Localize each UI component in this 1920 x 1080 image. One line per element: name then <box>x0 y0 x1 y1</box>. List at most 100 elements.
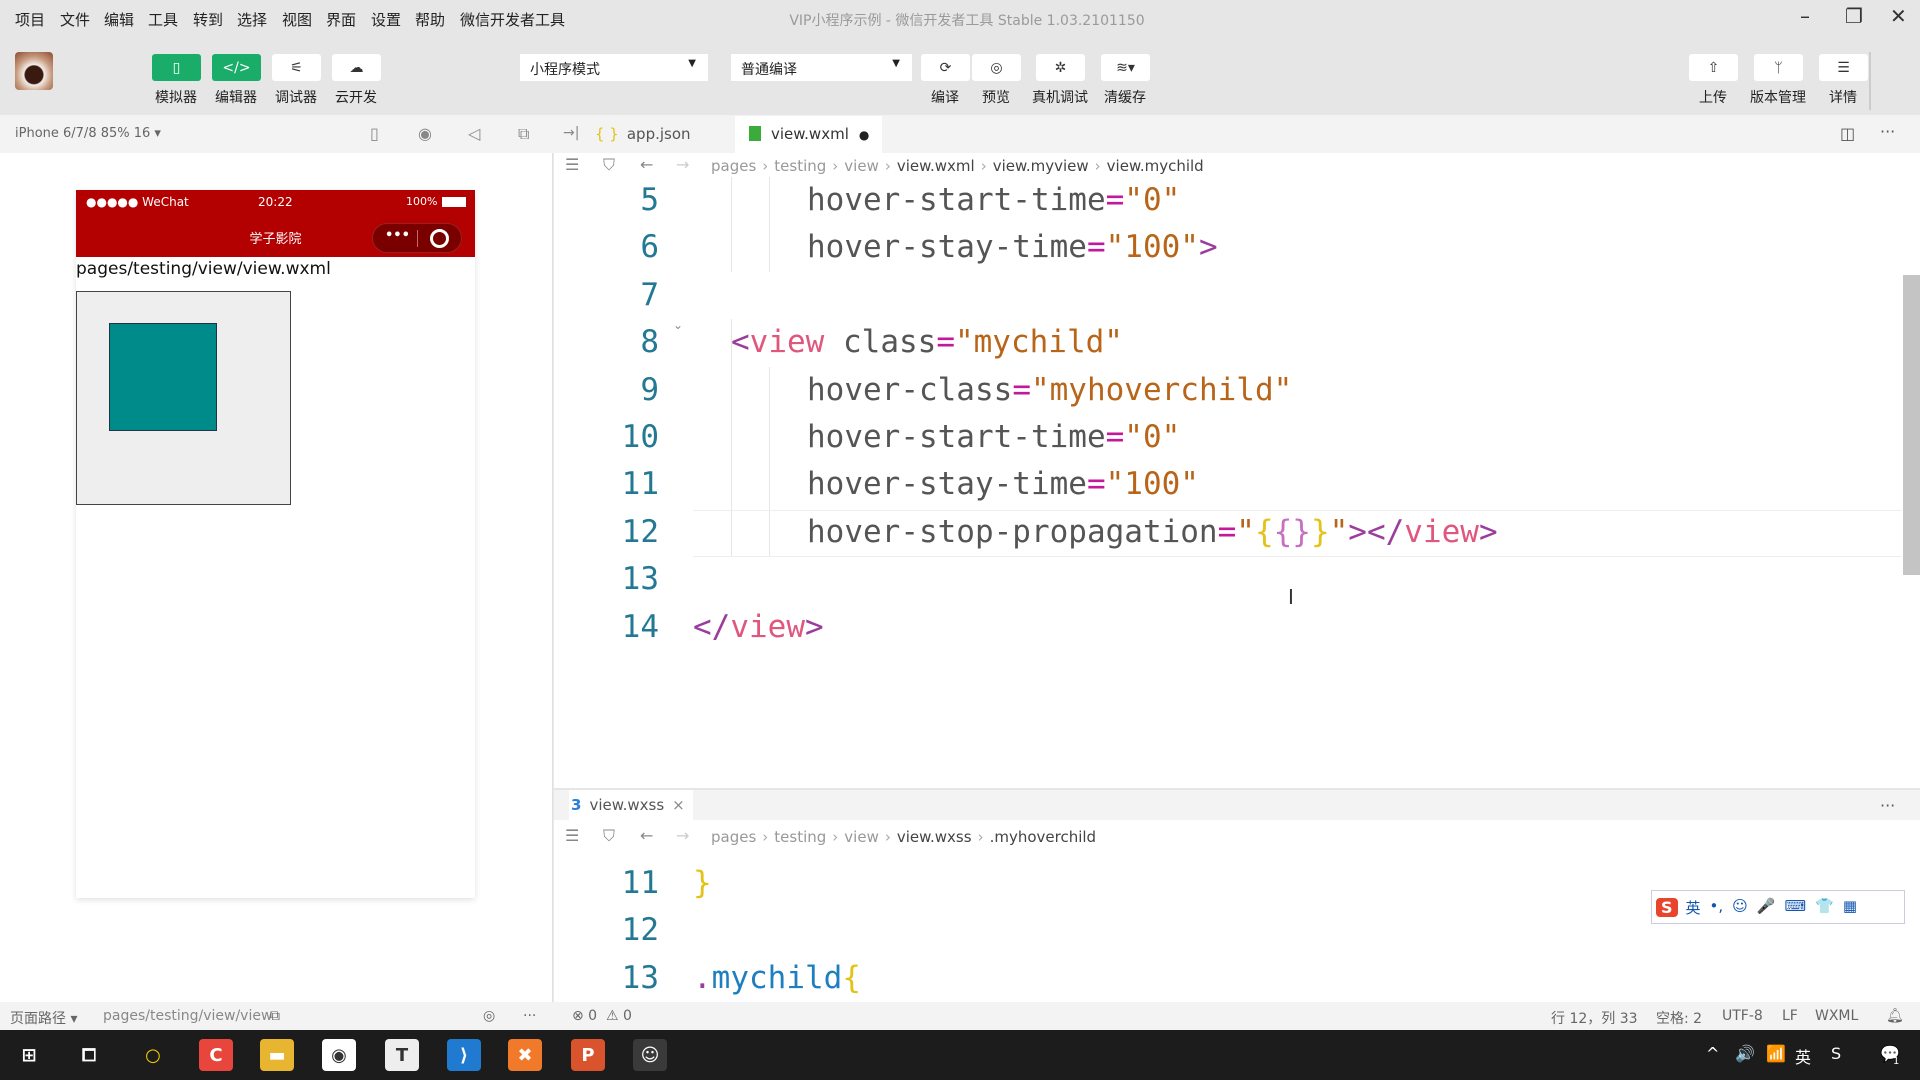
breadcrumb-item[interactable]: view.myview <box>993 157 1089 175</box>
cursor-position[interactable]: 行 12，列 33 <box>1551 1008 1638 1028</box>
list-icon[interactable]: ☰ <box>565 826 579 845</box>
code-line[interactable]: hover-stay-time="100"> <box>807 224 1218 271</box>
tray-icon-2[interactable]: 📶 <box>1766 1044 1786 1063</box>
tray-icon-1[interactable]: 🔊 <box>1735 1044 1755 1063</box>
chrome-icon[interactable]: ◉ <box>322 1039 356 1071</box>
breadcrumb-item[interactable]: view <box>844 157 879 175</box>
code-line[interactable]: .mychild{ <box>693 955 861 1002</box>
left_buttons-button-2[interactable]: ⚟ <box>272 54 321 81</box>
mode-select[interactable]: 小程序模式 ▼ <box>520 54 708 81</box>
code-line[interactable]: hover-start-time="0" <box>807 177 1180 224</box>
tab-app-json[interactable]: { } app.json <box>595 116 732 153</box>
maximize-button[interactable]: ❐ <box>1845 4 1863 28</box>
ime-item-1[interactable]: •, <box>1710 897 1724 918</box>
code-line[interactable]: hover-class="myhoverchild" <box>807 367 1292 414</box>
page-path-dropdown[interactable]: 页面路径 ▾ <box>10 1008 77 1028</box>
typora-icon[interactable]: T <box>385 1039 419 1071</box>
ime-item-0[interactable]: 英 <box>1686 897 1701 918</box>
fold-chevron-icon[interactable]: ⌄ <box>673 318 683 332</box>
close-button[interactable]: ✕ <box>1890 4 1907 28</box>
tab-view-wxml[interactable]: view.wxml ● <box>735 116 882 153</box>
breadcrumb-item[interactable]: pages <box>711 157 756 175</box>
right_buttons-button-0[interactable]: ⇧ <box>1689 54 1738 81</box>
list-icon[interactable]: ☰ <box>565 155 579 174</box>
language-mode[interactable]: WXML <box>1815 1008 1858 1024</box>
code-line[interactable]: hover-start-time="0" <box>807 414 1180 461</box>
sogou-logo-icon[interactable]: S <box>1656 897 1678 917</box>
tab-view-wxss[interactable]: 3 view.wxss × <box>569 790 693 820</box>
more-dots-icon[interactable]: ••• <box>385 228 410 243</box>
avatar[interactable] <box>15 52 53 90</box>
back-icon[interactable]: ← <box>640 826 653 845</box>
windows-start-icon[interactable]: ⊞ <box>12 1039 46 1071</box>
powerpoint-icon[interactable]: P <box>571 1039 605 1071</box>
indentation[interactable]: 空格: 2 <box>1656 1008 1702 1028</box>
volume-icon[interactable]: ◁ <box>468 124 480 143</box>
tray-icon-4[interactable]: S <box>1831 1044 1841 1063</box>
breadcrumb-item[interactable]: view.mychild <box>1107 157 1204 175</box>
eye-icon[interactable]: ◎ <box>483 1008 495 1024</box>
ime-toolbar[interactable]: S 英 •, ☺ 🎤 ⌨ 👕 ▦ <box>1651 890 1905 924</box>
xampp-icon[interactable]: ✖ <box>508 1039 542 1071</box>
more-icon[interactable]: ··· <box>1880 122 1895 141</box>
bookmark-icon[interactable]: ⛉ <box>603 826 615 846</box>
left_buttons-button-0[interactable]: ▯ <box>152 54 201 81</box>
ime-item-3[interactable]: 🎤 <box>1757 897 1776 918</box>
code-editor[interactable] <box>554 153 1920 788</box>
code-line[interactable]: </view> <box>693 604 824 651</box>
code-line[interactable]: } <box>693 860 712 907</box>
encoding[interactable]: UTF-8 <box>1722 1008 1763 1024</box>
ime-item-6[interactable]: ▦ <box>1843 897 1857 918</box>
app-red-icon[interactable]: C <box>199 1039 233 1071</box>
ime-item-4[interactable]: ⌨ <box>1785 897 1807 918</box>
task-view-icon[interactable]: ⧠ <box>72 1039 106 1071</box>
error-count[interactable]: ⊗ 0 <box>572 1008 597 1024</box>
ime-item-5[interactable]: 👕 <box>1815 897 1834 918</box>
minimize-button[interactable]: – <box>1800 4 1810 28</box>
more-icon[interactable]: ··· <box>523 1008 536 1024</box>
split-editor-icon[interactable]: ◫ <box>1840 124 1855 143</box>
vscode-icon[interactable]: ⟩ <box>447 1039 481 1071</box>
breadcrumb-item[interactable]: view <box>844 828 879 846</box>
forward-icon[interactable]: → <box>676 826 689 845</box>
breadcrumb-item[interactable]: testing <box>774 828 826 846</box>
center_buttons-button-0[interactable]: ⟳ <box>921 54 970 81</box>
copy-icon[interactable]: ⧉ <box>270 1008 280 1024</box>
code-line[interactable]: <view class="mychild" <box>731 319 1123 366</box>
mychild-box[interactable] <box>109 323 217 431</box>
center_buttons-button-1[interactable]: ◎ <box>972 54 1021 81</box>
record-icon[interactable]: ◉ <box>418 124 432 143</box>
warning-count[interactable]: ⚠ 0 <box>606 1008 632 1024</box>
breadcrumb-item[interactable]: .myhoverchild <box>990 828 1097 846</box>
back-icon[interactable]: ← <box>640 155 653 174</box>
more-icon[interactable]: ··· <box>1880 796 1895 815</box>
scrollbar-thumb[interactable] <box>1903 275 1920 575</box>
breadcrumb-item[interactable]: view.wxml <box>897 157 975 175</box>
right_buttons-button-1[interactable]: ᛘ <box>1754 54 1803 81</box>
capsule-menu[interactable]: ••• <box>372 223 462 253</box>
bookmark-icon[interactable]: ⛉ <box>603 155 615 175</box>
right_buttons-button-2[interactable]: ☰ <box>1819 54 1868 81</box>
left_buttons-button-1[interactable]: </> <box>212 54 261 81</box>
close-miniprogram-icon[interactable] <box>430 229 449 248</box>
file-explorer-icon[interactable]: ▬ <box>260 1039 294 1071</box>
ime-item-2[interactable]: ☺ <box>1732 897 1748 918</box>
line-ending[interactable]: LF <box>1782 1008 1798 1024</box>
center_buttons-button-2[interactable]: ✲ <box>1036 54 1085 81</box>
wechat-devtools-icon[interactable]: ☺ <box>633 1039 667 1071</box>
app-circle-icon[interactable]: ○ <box>136 1039 170 1071</box>
device-select[interactable]: iPhone 6/7/8 85% 16 ▾ <box>15 126 161 141</box>
close-tab-icon[interactable]: × <box>672 796 685 814</box>
breadcrumb-item[interactable]: view.wxss <box>897 828 972 846</box>
center_buttons-button-3[interactable]: ≋▾ <box>1101 54 1150 81</box>
code-line[interactable]: hover-stay-time="100" <box>807 461 1199 508</box>
bell-icon[interactable]: 🔔︎ <box>1886 1008 1904 1024</box>
forward-icon[interactable]: → <box>676 155 689 174</box>
tray-icon-3[interactable]: 英 <box>1795 1044 1811 1068</box>
breadcrumb-item[interactable]: pages <box>711 828 756 846</box>
detach-window-icon[interactable]: ⧉ <box>518 124 529 144</box>
collapse-sidebar-icon[interactable]: →| <box>563 125 579 141</box>
phone-icon[interactable]: ▯ <box>370 124 379 143</box>
left_buttons-button-3[interactable]: ☁ <box>332 54 381 81</box>
compile-select[interactable]: 普通编译 ▼ <box>731 54 912 81</box>
